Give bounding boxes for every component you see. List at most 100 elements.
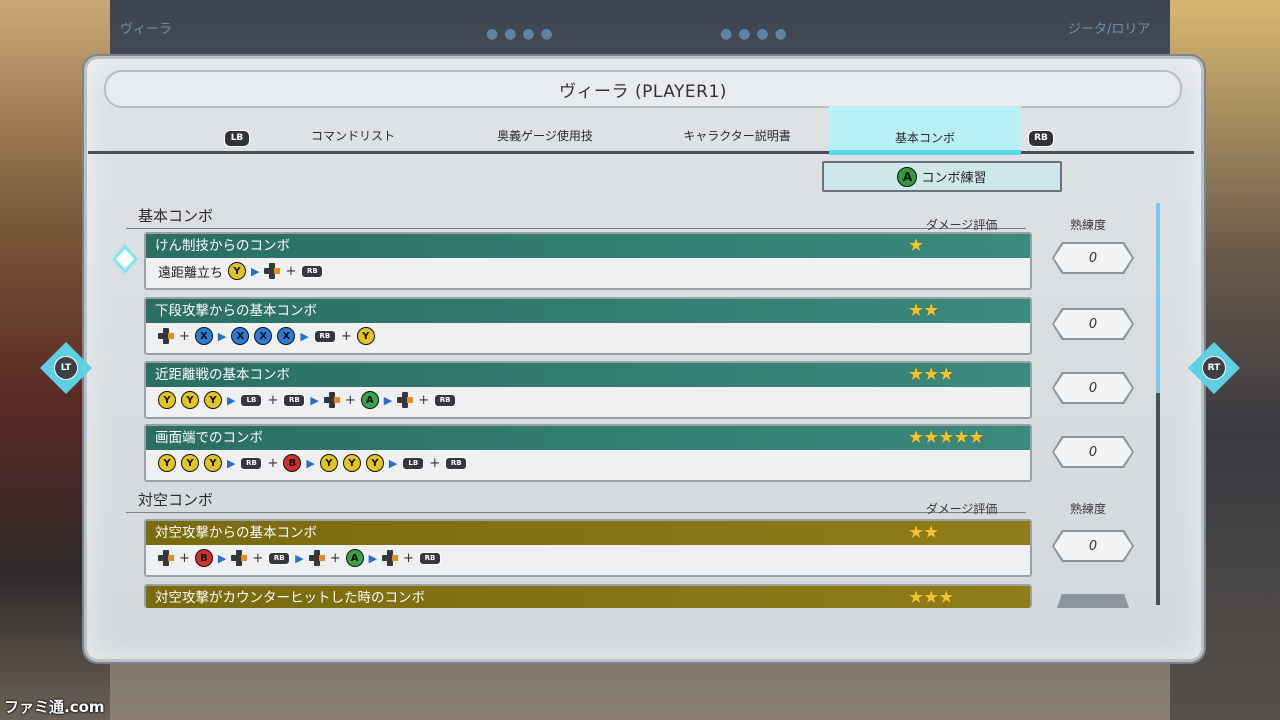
combo-row[interactable]: 下段攻撃からの基本コンボ ★★ + X ▶ X X X ▶ RB + Y (144, 297, 1032, 355)
rt-button-icon: RT (1202, 356, 1226, 380)
y-button-icon: Y (181, 454, 199, 472)
tab-strip: LB コマンドリスト 奥義ゲージ使用技 キャラクター説明書 基本コンボ RB (88, 104, 1194, 155)
mastery-badge: 0 (1052, 530, 1134, 562)
plus-icon: + (179, 328, 190, 344)
mastery-header: 熟練度 (1070, 502, 1107, 516)
x-button-icon: X (254, 327, 273, 345)
section-title-anti-air: 対空コンボ (138, 491, 214, 509)
dpad-down-icon (308, 550, 325, 566)
combo-command-sequence: Y Y Y ▶ LB + RB ▶ + A ▶ + RB (146, 387, 1030, 413)
arrow-right-icon: ▶ (383, 393, 393, 407)
combo-row[interactable]: 画面端でのコンボ ★★★★★ Y Y Y ▶ RB + B ▶ Y Y Y ▶ … (144, 424, 1032, 482)
y-button-icon: Y (158, 454, 176, 472)
dpad-down-forward-icon (158, 328, 174, 344)
mastery-value: 0 (1054, 374, 1132, 402)
rb-button-icon: RB (434, 393, 457, 407)
mastery-badge: 0 (1052, 308, 1134, 340)
mastery-value: 0 (1054, 244, 1132, 272)
combo-name: 画面端でのコンボ (155, 430, 263, 446)
damage-stars: ★★★ (908, 364, 954, 385)
a-button-icon: A (897, 166, 918, 187)
battle-hud: ヴィーラ ●●●● ●●●● ジータ/ロリア (0, 0, 1280, 48)
scrollbar-thumb[interactable] (1156, 203, 1160, 393)
plus-icon: + (429, 455, 441, 471)
combo-practice-button[interactable]: A コンボ練習 (822, 161, 1062, 192)
arrow-right-icon: ▶ (295, 551, 304, 565)
y-button-icon: Y (319, 454, 338, 472)
arrow-right-icon: ▶ (310, 393, 319, 407)
y-button-icon: Y (342, 454, 361, 472)
y-button-icon: Y (365, 454, 384, 472)
a-button-icon: A (360, 391, 379, 409)
rb-button-icon: RB (419, 551, 442, 565)
combo-name: 近距離戦の基本コンボ (155, 367, 290, 383)
lt-button-icon: LT (54, 356, 78, 380)
x-button-icon: X (194, 327, 213, 345)
arrow-right-icon: ▶ (217, 329, 227, 343)
plus-icon: + (285, 263, 297, 279)
rb-button-icon: RB (268, 551, 291, 565)
damage-stars: ★★★ (908, 587, 954, 608)
section-divider (126, 228, 1026, 229)
tab-basic-combo[interactable]: 基本コンボ (829, 106, 1021, 151)
arrow-right-icon: ▶ (227, 456, 236, 470)
combo-name: 対空攻撃からの基本コンボ (155, 525, 317, 541)
combo-practice-label: コンボ練習 (921, 171, 987, 186)
dpad-forward-icon (397, 392, 414, 408)
plus-icon: + (267, 455, 279, 471)
combo-name-bar: 対空攻撃がカウンターヒットした時のコンボ ★★★ (146, 586, 1030, 608)
section-divider (126, 512, 1026, 513)
plus-icon: + (329, 550, 341, 566)
tab-command-list[interactable]: コマンドリスト (257, 122, 449, 151)
window-title: ヴィーラ (PLAYER1) (104, 70, 1182, 108)
plus-icon: + (403, 550, 415, 566)
combo-command-sequence: Y Y Y ▶ RB + B ▶ Y Y Y ▶ LB + RB (146, 450, 1030, 476)
combo-name-bar: 画面端でのコンボ ★★★★★ (146, 426, 1030, 450)
combo-name-bar: 下段攻撃からの基本コンボ ★★ (146, 299, 1030, 323)
y-button-icon: Y (228, 262, 247, 280)
dpad-forward-icon (264, 263, 281, 279)
mastery-value: 0 (1054, 438, 1132, 466)
rb-button-icon: RB (445, 456, 468, 470)
lb-button-icon[interactable]: LB (224, 130, 250, 147)
y-button-icon: Y (204, 391, 222, 409)
combo-row[interactable]: 対空攻撃からの基本コンボ ★★ + B ▶ + RB ▶ + A ▶ + RB (144, 519, 1032, 577)
tab-super-moves[interactable]: 奥義ゲージ使用技 (449, 122, 641, 151)
hud-left-round-dots: ●●●● (486, 26, 559, 42)
combo-row[interactable]: 対空攻撃がカウンターヒットした時のコンボ ★★★ (144, 584, 1032, 608)
mastery-badge: 0 (1052, 372, 1134, 404)
combo-name-bar: 近距離戦の基本コンボ ★★★ (146, 363, 1030, 387)
damage-rating-header: ダメージ評価 (926, 218, 998, 232)
tab-character-guide[interactable]: キャラクター説明書 (641, 122, 833, 151)
arrow-right-icon: ▶ (227, 393, 236, 407)
mastery-value: 0 (1054, 532, 1132, 560)
y-button-icon: Y (356, 327, 375, 345)
rb-button-icon[interactable]: RB (1028, 130, 1054, 147)
plus-icon: + (344, 392, 356, 408)
dpad-forward-icon (231, 550, 248, 566)
rb-button-icon: RB (283, 393, 306, 407)
combo-name-bar: 対空攻撃からの基本コンボ ★★ (146, 521, 1030, 545)
combo-name: けん制技からのコンボ (155, 238, 290, 254)
combo-command-sequence: + B ▶ + RB ▶ + A ▶ + RB (146, 545, 1030, 571)
mastery-badge (1056, 594, 1130, 608)
dpad-down-icon (323, 392, 340, 408)
damage-stars: ★★★★★ (908, 427, 985, 448)
plus-icon: + (267, 392, 279, 408)
plus-icon: + (340, 328, 352, 344)
tab-divider (88, 151, 1194, 154)
arrow-right-icon: ▶ (306, 456, 315, 470)
watermark-logo: ファミ通.com (4, 698, 105, 716)
combo-row[interactable]: けん制技からのコンボ ★ 遠距離立ち Y ▶ + RB (144, 232, 1032, 290)
damage-stars: ★★ (908, 522, 939, 543)
damage-stars: ★★ (908, 300, 939, 321)
dpad-forward-icon (382, 550, 399, 566)
lb-button-icon: LB (240, 393, 263, 407)
plus-icon: + (179, 550, 190, 566)
x-button-icon: X (277, 327, 296, 345)
arrow-right-icon: ▶ (388, 456, 398, 470)
combo-row[interactable]: 近距離戦の基本コンボ ★★★ Y Y Y ▶ LB + RB ▶ + A ▶ +… (144, 361, 1032, 419)
damage-stars: ★ (908, 235, 924, 256)
combo-command-sequence: + X ▶ X X X ▶ RB + Y (146, 323, 1030, 349)
plus-icon: + (418, 392, 430, 408)
